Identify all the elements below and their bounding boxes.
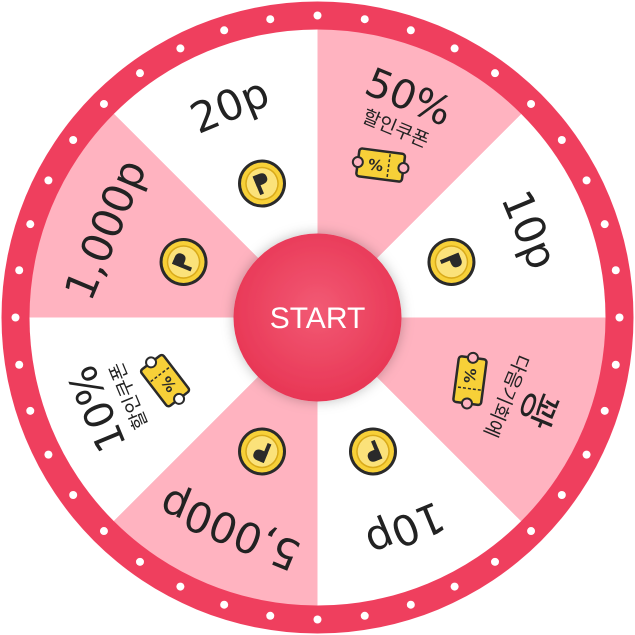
rim-dot bbox=[11, 313, 20, 322]
rim-dot bbox=[220, 26, 229, 35]
rim-dot bbox=[15, 266, 24, 275]
rim-dot bbox=[44, 450, 53, 459]
rim-dot bbox=[557, 135, 566, 144]
rim-dot bbox=[99, 527, 108, 536]
rim-dot bbox=[611, 266, 620, 275]
rim-dot bbox=[360, 15, 369, 24]
rim-dot bbox=[69, 491, 78, 500]
start-button[interactable]: START bbox=[233, 233, 402, 402]
svg-text:%: % bbox=[367, 155, 384, 175]
rim-dot bbox=[557, 491, 566, 500]
rim-dot bbox=[491, 69, 500, 78]
rim-dot bbox=[611, 360, 620, 369]
coupon-icon: % bbox=[452, 351, 488, 410]
rim-dot bbox=[135, 557, 144, 566]
rim-dot bbox=[176, 44, 185, 53]
roulette-wheel: 50%할인쿠폰%10p꽝다음기회에%10p5,000p10%할인쿠폰 %1,000… bbox=[1, 1, 634, 634]
rim-dot bbox=[582, 176, 591, 185]
start-button-label[interactable]: START bbox=[270, 302, 366, 335]
rim-dot bbox=[99, 99, 108, 108]
rim-dot bbox=[15, 360, 24, 369]
rim-dot bbox=[450, 44, 459, 53]
rim-dot bbox=[406, 600, 415, 609]
rim-dot bbox=[406, 26, 415, 35]
rim-dot bbox=[69, 135, 78, 144]
rim-dot bbox=[26, 406, 35, 415]
rim-dot bbox=[313, 615, 322, 624]
rim-dot bbox=[266, 611, 275, 620]
rim-dot bbox=[266, 15, 275, 24]
rim-dot bbox=[600, 220, 609, 229]
rim-dot bbox=[176, 582, 185, 591]
rim-dot bbox=[313, 11, 322, 20]
rim-dot bbox=[527, 99, 536, 108]
rim-dot bbox=[582, 450, 591, 459]
rim-dot bbox=[26, 220, 35, 229]
rim-dot bbox=[360, 611, 369, 620]
coupon-icon: % bbox=[351, 147, 410, 183]
rim-dot bbox=[615, 313, 624, 322]
rim-dot bbox=[44, 176, 53, 185]
rim-dot bbox=[600, 406, 609, 415]
rim-dot bbox=[135, 69, 144, 78]
rim-dot bbox=[450, 582, 459, 591]
rim-dot bbox=[527, 527, 536, 536]
rim-dot bbox=[491, 557, 500, 566]
svg-text:%: % bbox=[460, 367, 480, 384]
rim-dot bbox=[220, 600, 229, 609]
